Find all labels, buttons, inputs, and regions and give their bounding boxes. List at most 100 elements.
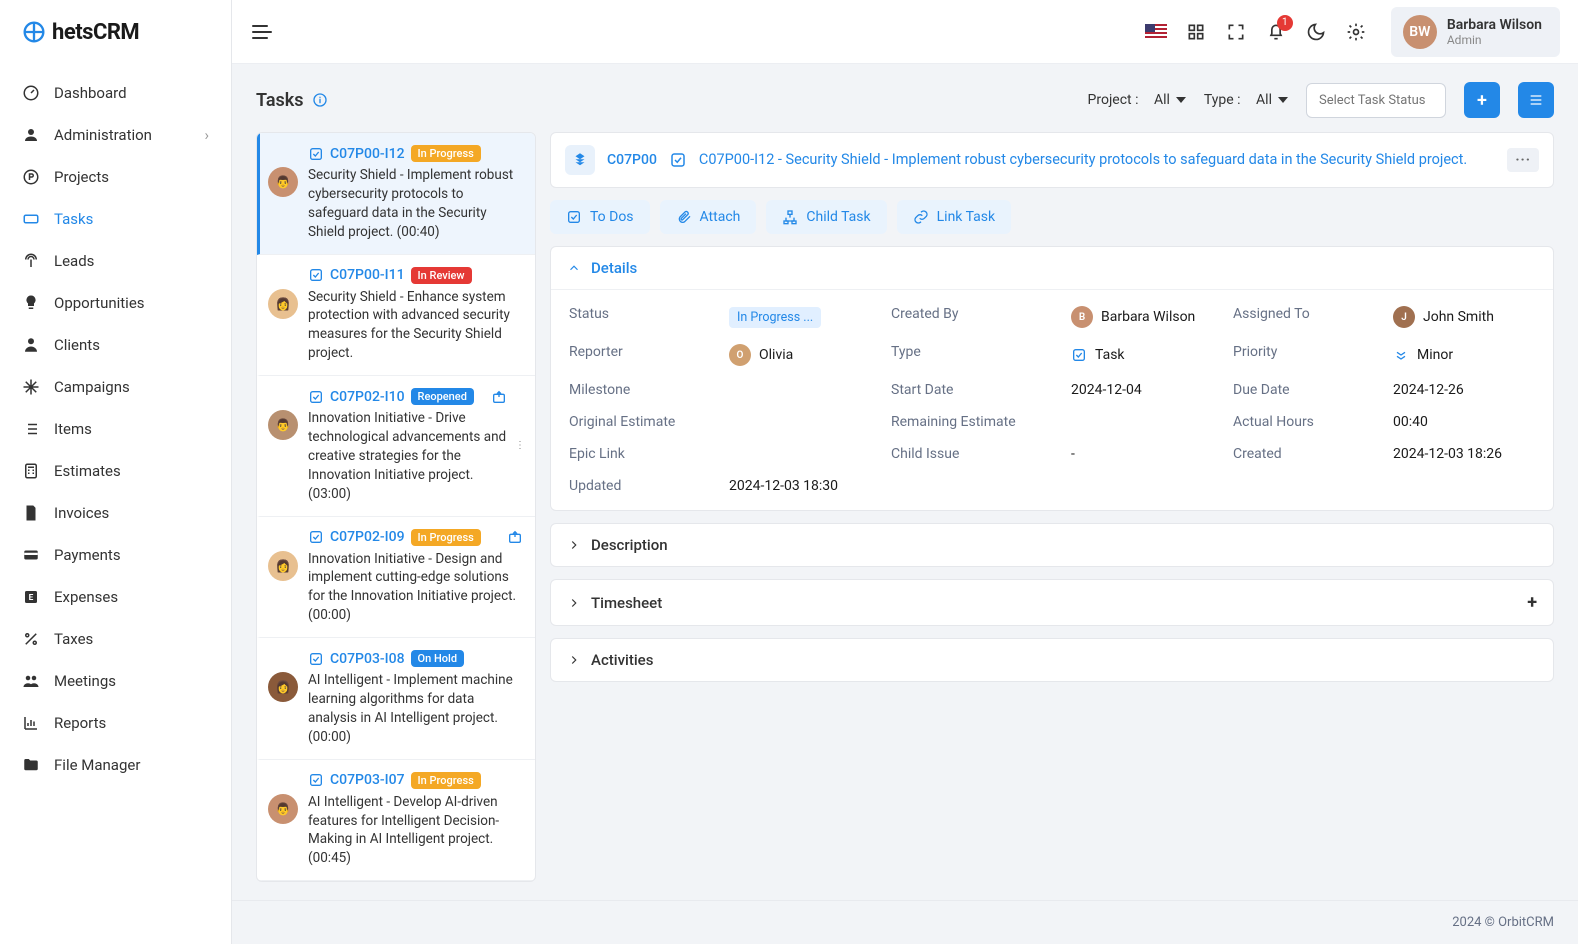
sidebar: hetsCRM Dashboard Administration› Projec…: [0, 0, 232, 944]
task-item[interactable]: 👨 C07P02-I10 Reopened Innovation Initiat…: [257, 376, 535, 516]
project-code[interactable]: C07P00: [607, 152, 657, 168]
val-priority: Minor: [1417, 347, 1453, 363]
info-icon[interactable]: [312, 92, 328, 108]
status-chip: Reopened: [411, 388, 474, 405]
export-icon[interactable]: [507, 529, 523, 545]
project-filter[interactable]: Project : All: [1088, 92, 1186, 108]
fullscreen-icon[interactable]: [1225, 21, 1247, 43]
chevron-right-icon: [567, 596, 581, 610]
status-select[interactable]: [1306, 83, 1446, 118]
attach-button[interactable]: Attach: [660, 200, 757, 234]
nav: Dashboard Administration› Projects Tasks…: [0, 64, 231, 944]
antenna-icon: [22, 252, 40, 270]
nav-taxes[interactable]: Taxes: [0, 618, 231, 660]
task-item[interactable]: 👨 C07P00-I12 In Progress Security Shield…: [257, 133, 535, 255]
task-type-icon: [308, 146, 324, 162]
val-epic: [729, 446, 871, 462]
nav-opportunities[interactable]: Opportunities: [0, 282, 231, 324]
val-child-issue: -: [1071, 446, 1213, 462]
task-type-icon: [308, 529, 324, 545]
avatar: J: [1393, 306, 1415, 328]
menu-toggle-icon[interactable]: [250, 20, 274, 44]
nav-payments[interactable]: Payments: [0, 534, 231, 576]
export-icon[interactable]: [491, 389, 507, 405]
lightbulb-icon: [22, 294, 40, 312]
nav-items[interactable]: Items: [0, 408, 231, 450]
snowflake-icon: [22, 378, 40, 396]
logo[interactable]: hetsCRM: [0, 0, 231, 64]
gauge-icon: [22, 84, 40, 102]
link-task-button[interactable]: Link Task: [897, 200, 1012, 234]
val-assigned-to: John Smith: [1423, 309, 1494, 325]
nav-campaigns[interactable]: Campaigns: [0, 366, 231, 408]
task-type-icon: [669, 151, 687, 169]
percent-icon: [22, 630, 40, 648]
task-item[interactable]: 👨 C07P03-I07 In Progress AI Intelligent …: [257, 760, 535, 882]
add-timesheet-button[interactable]: +: [1527, 592, 1537, 613]
task-id: C07P03-I08: [330, 651, 405, 667]
task-item[interactable]: 👩 C07P00-I11 In Review Security Shield -…: [257, 255, 535, 377]
val-reporter: Olivia: [759, 347, 793, 363]
status-chip: In Progress: [411, 145, 481, 162]
avatar: 👩: [268, 672, 298, 702]
bell-icon[interactable]: 1: [1265, 21, 1287, 43]
timesheet-panel: Timesheet +: [550, 579, 1554, 626]
view-toggle-button[interactable]: [1518, 82, 1554, 118]
lbl-reporter: Reporter: [569, 344, 709, 366]
language-flag-icon[interactable]: [1145, 21, 1167, 43]
avatar: O: [729, 344, 751, 366]
status-chip: In Progress: [411, 772, 481, 789]
status-value[interactable]: In Progress ...: [729, 307, 821, 328]
val-created: 2024-12-03 18:26: [1393, 446, 1535, 462]
caret-down-icon: [1278, 97, 1288, 103]
svg-text:E: E: [29, 593, 34, 603]
user-name: Barbara Wilson: [1447, 17, 1542, 33]
status-chip: In Review: [411, 267, 472, 284]
nav-expenses[interactable]: EExpenses: [0, 576, 231, 618]
nav-projects[interactable]: Projects: [0, 156, 231, 198]
nav-dashboard[interactable]: Dashboard: [0, 72, 231, 114]
val-orig-est: [729, 414, 871, 430]
child-task-button[interactable]: Child Task: [766, 200, 886, 234]
nav-administration[interactable]: Administration›: [0, 114, 231, 156]
file-icon: [22, 504, 40, 522]
drag-handle-icon[interactable]: ⋮: [517, 434, 523, 457]
task-id: C07P02-I10: [330, 389, 405, 405]
task-item[interactable]: 👩 C07P02-I09 In Progress Innovation Init…: [257, 517, 535, 639]
apps-grid-icon[interactable]: [1185, 21, 1207, 43]
page-title: Tasks: [256, 90, 328, 111]
description-panel-head[interactable]: Description: [551, 524, 1553, 566]
moon-icon[interactable]: [1305, 21, 1327, 43]
more-button[interactable]: ···: [1507, 148, 1539, 172]
nav-file-manager[interactable]: File Manager: [0, 744, 231, 786]
nav-clients[interactable]: Clients: [0, 324, 231, 366]
task-type-icon: [308, 389, 324, 405]
notification-badge: 1: [1277, 15, 1293, 31]
detail-pane: C07P00 C07P00-I12 - Security Shield - Im…: [550, 132, 1554, 682]
nav-estimates[interactable]: Estimates: [0, 450, 231, 492]
gear-icon[interactable]: [1345, 21, 1367, 43]
chart-icon: [22, 714, 40, 732]
nav-invoices[interactable]: Invoices: [0, 492, 231, 534]
val-actual-hrs: 00:40: [1393, 414, 1535, 430]
add-task-button[interactable]: +: [1464, 82, 1500, 118]
lbl-due-date: Due Date: [1233, 382, 1373, 398]
user-menu[interactable]: BW Barbara Wilson Admin: [1391, 7, 1560, 57]
val-created-by: Barbara Wilson: [1101, 309, 1195, 325]
type-filter[interactable]: Type : All: [1204, 92, 1288, 108]
todos-button[interactable]: To Dos: [550, 200, 650, 234]
activities-panel-head[interactable]: Activities: [551, 639, 1553, 681]
task-desc: Security Shield - Enhance system protect…: [308, 288, 523, 364]
avatar: 👩: [268, 289, 298, 319]
nav-leads[interactable]: Leads: [0, 240, 231, 282]
folder-icon: [22, 756, 40, 774]
task-item[interactable]: 👩 C07P03-I08 On Hold AI Intelligent - Im…: [257, 638, 535, 760]
nav-tasks[interactable]: Tasks: [0, 198, 231, 240]
nav-reports[interactable]: Reports: [0, 702, 231, 744]
calculator-icon: [22, 462, 40, 480]
details-panel-head[interactable]: Details: [551, 247, 1553, 290]
timesheet-panel-head[interactable]: Timesheet +: [551, 580, 1553, 625]
status-chip: In Progress: [411, 529, 481, 546]
task-id: C07P00-I11: [330, 267, 405, 283]
nav-meetings[interactable]: Meetings: [0, 660, 231, 702]
